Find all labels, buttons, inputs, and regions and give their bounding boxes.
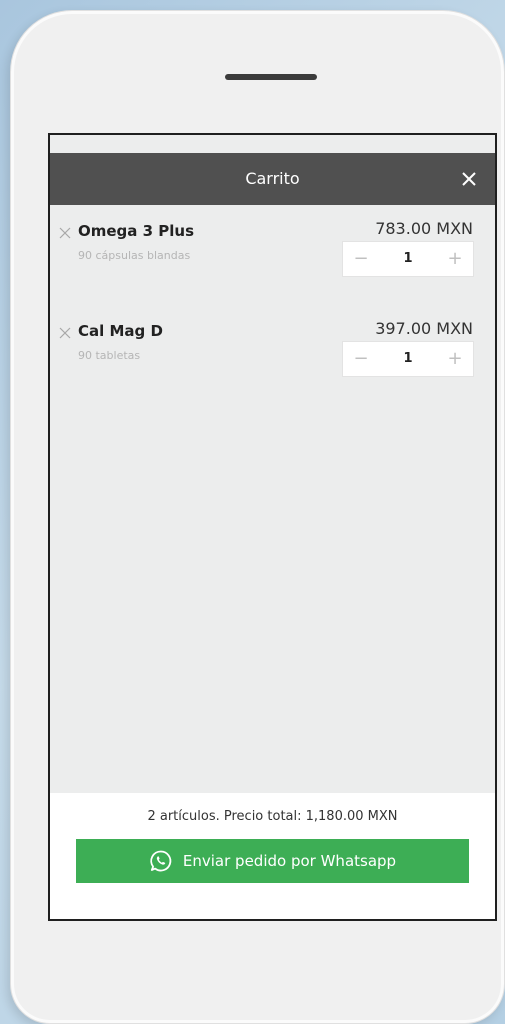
phone-frame: Carrito Omega 3 Plus 90 cápsulas blandas… [10, 10, 505, 1024]
decrease-quantity-button[interactable]: − [343, 342, 379, 376]
increase-quantity-button[interactable]: + [437, 242, 473, 276]
increase-quantity-button[interactable]: + [437, 342, 473, 376]
phone-speaker [225, 74, 317, 80]
cart-summary: 2 artículos. Precio total: 1,180.00 MXN [147, 809, 398, 824]
decrease-quantity-button[interactable]: − [343, 242, 379, 276]
item-price: 397.00 MXN [375, 319, 473, 338]
quantity-value[interactable]: 1 [387, 242, 429, 276]
quantity-stepper: − 1 + [342, 341, 474, 377]
send-button-label: Enviar pedido por Whatsapp [182, 852, 397, 870]
cart-screen: Carrito Omega 3 Plus 90 cápsulas blandas… [48, 133, 497, 921]
cart-item: Omega 3 Plus 90 cápsulas blandas 783.00 … [50, 217, 495, 297]
remove-icon [59, 327, 71, 339]
cart-item: Cal Mag D 90 tabletas 397.00 MXN − 1 + [50, 317, 495, 397]
remove-item-button[interactable] [58, 225, 72, 239]
cart-footer: 2 artículos. Precio total: 1,180.00 MXN … [50, 793, 495, 919]
item-name: Cal Mag D [78, 322, 163, 340]
item-price: 783.00 MXN [375, 219, 473, 238]
close-button[interactable] [453, 163, 485, 195]
whatsapp-icon [150, 850, 172, 872]
item-description: 90 cápsulas blandas [78, 249, 191, 262]
remove-item-button[interactable] [58, 325, 72, 339]
item-name: Omega 3 Plus [78, 222, 195, 240]
cart-title: Carrito [245, 169, 300, 188]
cart-header: Carrito [50, 153, 495, 205]
item-description: 90 tabletas [78, 349, 141, 362]
close-icon [462, 172, 476, 186]
quantity-value[interactable]: 1 [387, 342, 429, 376]
quantity-stepper: − 1 + [342, 241, 474, 277]
send-whatsapp-button[interactable]: Enviar pedido por Whatsapp [76, 839, 469, 883]
remove-icon [59, 227, 71, 239]
